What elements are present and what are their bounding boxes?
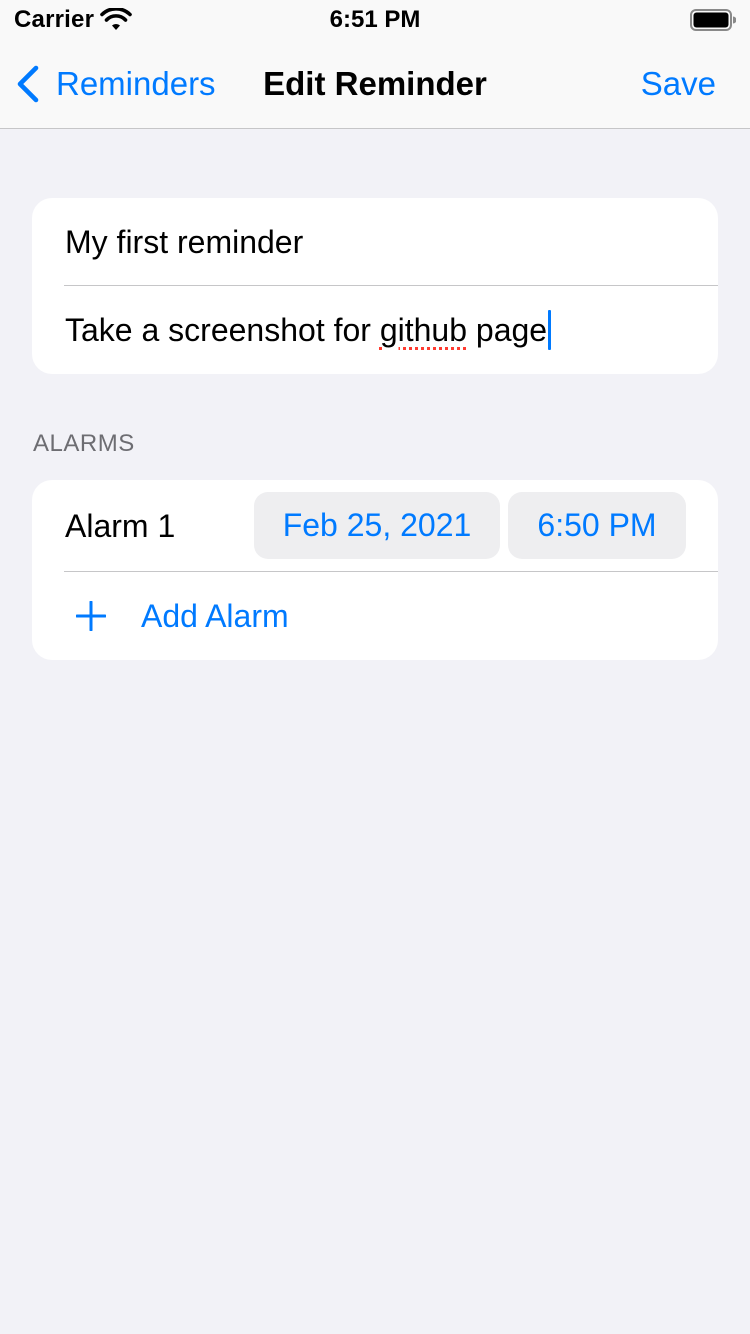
reminder-title-field[interactable]: My first reminder — [32, 198, 718, 286]
alarm-row: Alarm 1 Feb 25, 2021 6:50 PM — [32, 480, 718, 572]
reminder-title-text: My first reminder — [65, 223, 304, 260]
reminder-note-field[interactable]: Take a screenshot for github page — [32, 286, 718, 374]
text-cursor — [548, 310, 552, 350]
alarm-date-picker[interactable]: Feb 25, 2021 — [254, 492, 500, 559]
alarm-time-picker[interactable]: 6:50 PM — [508, 492, 686, 559]
note-text-after: page — [467, 311, 548, 348]
alarms-card: Alarm 1 Feb 25, 2021 6:50 PM Add Alarm — [32, 480, 718, 660]
status-bar: Carrier 6:51 PM — [0, 0, 750, 40]
plus-icon — [76, 601, 106, 631]
alarm-label: Alarm 1 — [65, 508, 176, 544]
add-alarm-label: Add Alarm — [141, 598, 289, 634]
reminder-details-card: My first reminder Take a screenshot for … — [32, 198, 718, 374]
misspelled-word: github — [379, 311, 468, 348]
status-time: 6:51 PM — [329, 6, 421, 33]
note-text-before: Take a screenshot for — [65, 311, 380, 348]
back-button-label: Reminders — [56, 65, 216, 102]
add-alarm-button[interactable]: Add Alarm — [32, 572, 718, 660]
reminder-note-text: Take a screenshot for github page — [65, 312, 547, 349]
navigation-bar: Reminders Edit Reminder Save — [0, 40, 750, 129]
chevron-left-icon — [17, 65, 39, 103]
back-button[interactable]: Reminders — [14, 40, 216, 128]
battery-full-icon — [690, 9, 736, 31]
save-button[interactable]: Save — [641, 40, 716, 128]
alarms-section-header: ALARMS — [33, 430, 135, 457]
